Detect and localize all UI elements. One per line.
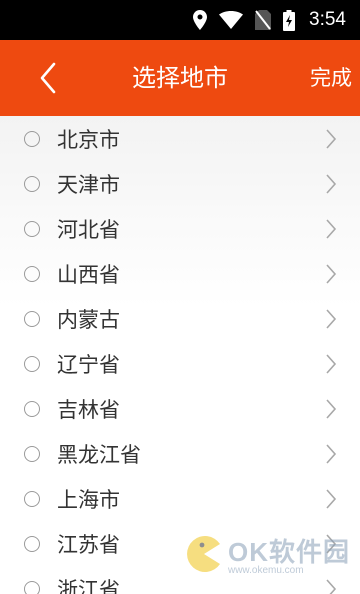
list-item-label: 黑龙江省 <box>57 442 141 467</box>
wifi-icon <box>219 11 244 29</box>
chevron-right-icon <box>326 309 337 329</box>
radio-button[interactable] <box>24 265 40 282</box>
chevron-right-icon <box>326 489 337 509</box>
radio-button[interactable] <box>24 310 40 327</box>
list-item[interactable]: 上海市 <box>0 476 360 521</box>
list-item-label: 河北省 <box>57 217 120 242</box>
radio-button[interactable] <box>24 355 40 372</box>
region-list: 北京市天津市河北省山西省内蒙古辽宁省吉林省黑龙江省上海市江苏省浙江省 <box>0 116 360 594</box>
radio-button[interactable] <box>24 535 40 552</box>
chevron-right-icon <box>326 264 337 284</box>
list-item-label: 上海市 <box>57 487 120 512</box>
list-item[interactable]: 河北省 <box>0 206 360 251</box>
list-item[interactable]: 北京市 <box>0 116 360 161</box>
radio-button[interactable] <box>24 220 40 237</box>
list-item-label: 浙江省 <box>57 577 120 594</box>
watermark-brand: OK软件园 <box>227 537 350 567</box>
list-item-label: 内蒙古 <box>57 307 120 332</box>
back-button[interactable] <box>30 58 66 98</box>
list-item-label: 辽宁省 <box>57 352 120 377</box>
battery-charging-icon <box>283 9 296 31</box>
list-item-label: 吉林省 <box>57 397 120 422</box>
status-time: 3:54 <box>309 9 346 30</box>
list-item-label: 天津市 <box>57 172 120 197</box>
list-item[interactable]: 内蒙古 <box>0 296 360 341</box>
radio-button[interactable] <box>24 580 40 594</box>
chevron-right-icon <box>326 129 337 149</box>
radio-button[interactable] <box>24 130 40 147</box>
list-item-label: 江苏省 <box>57 532 120 557</box>
list-item[interactable]: 辽宁省 <box>0 341 360 386</box>
watermark: OK软件园 www.okemu.com <box>184 532 350 576</box>
location-icon <box>193 10 208 30</box>
pacman-logo-icon <box>187 536 220 572</box>
list-item-label: 山西省 <box>57 262 120 287</box>
list-item[interactable]: 天津市 <box>0 161 360 206</box>
chevron-right-icon <box>326 399 337 419</box>
no-sim-icon <box>255 10 272 30</box>
app-bar: 选择地市 完成 <box>0 40 360 116</box>
radio-button[interactable] <box>24 400 40 417</box>
list-item[interactable]: 黑龙江省 <box>0 431 360 476</box>
list-item-label: 北京市 <box>57 127 120 152</box>
chevron-left-icon <box>40 62 56 94</box>
chevron-right-icon <box>326 354 337 374</box>
chevron-right-icon <box>326 219 337 239</box>
chevron-right-icon <box>326 579 337 594</box>
chevron-right-icon <box>326 444 337 464</box>
list-item[interactable]: 吉林省 <box>0 386 360 431</box>
list-item[interactable]: 山西省 <box>0 251 360 296</box>
radio-button[interactable] <box>24 175 40 192</box>
done-button[interactable]: 完成 <box>310 40 352 116</box>
chevron-right-icon <box>326 174 337 194</box>
status-bar: 3:54 <box>0 0 360 40</box>
radio-button[interactable] <box>24 445 40 462</box>
radio-button[interactable] <box>24 490 40 507</box>
